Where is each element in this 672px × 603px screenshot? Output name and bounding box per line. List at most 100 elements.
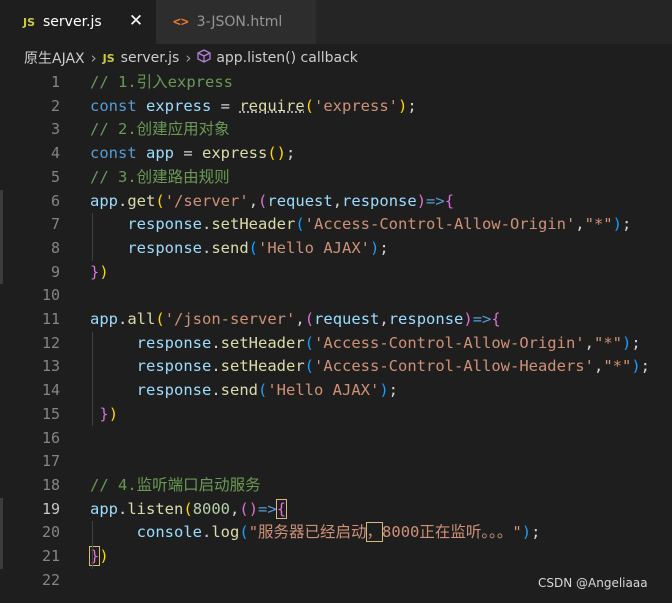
line-number: 4: [50, 144, 60, 163]
code-token: .: [211, 357, 221, 376]
code-token: ): [521, 523, 532, 542]
line-number: 21: [41, 547, 60, 565]
code-token: 'Access-Control-Allow-Headers': [314, 357, 594, 376]
code-token: ;: [286, 144, 296, 163]
line-number: 7: [50, 215, 60, 234]
editor-tab-bar: JS server.js ✕ <> 3-JSON.html: [0, 0, 672, 44]
code-token: .: [211, 333, 221, 352]
code-token: .: [118, 499, 128, 518]
breadcrumb-file[interactable]: server.js: [121, 50, 180, 66]
code-token: ): [108, 404, 119, 423]
breadcrumb-symbol[interactable]: app.listen() callback: [216, 50, 358, 66]
code-token: // 4.监听端口启动服务: [90, 475, 261, 494]
code-token: setHeader: [211, 215, 296, 234]
code-token: ): [369, 238, 380, 257]
code-token: ,: [584, 333, 594, 352]
code-line[interactable]: response.setHeader('Access-Control-Allow…: [90, 355, 650, 379]
code-token: (: [258, 381, 268, 400]
line-number: 11: [41, 310, 60, 328]
code-token: console: [136, 523, 202, 542]
code-line[interactable]: response.send('Hello AJAX');: [90, 379, 398, 403]
code-token: "*": [593, 333, 622, 352]
js-file-icon: JS: [23, 15, 36, 29]
code-line[interactable]: }): [90, 403, 118, 427]
line-number: 13: [41, 357, 60, 376]
code-token: .: [201, 215, 212, 234]
line-number: 22: [41, 570, 60, 589]
line-number: 15: [41, 404, 60, 423]
code-line[interactable]: // 4.监听端口启动服务: [90, 474, 261, 498]
code-token: ;: [631, 333, 641, 352]
code-token: 'Hello AJAX': [267, 381, 380, 400]
tab-3-json-html[interactable]: <> 3-JSON.html: [156, 0, 316, 44]
code-token: ;: [407, 96, 417, 115]
code-line[interactable]: app.get('/server',(request,response)=>{: [90, 190, 454, 214]
breadcrumb-folder[interactable]: 原生AJAX: [24, 48, 85, 68]
code-token: response: [342, 191, 417, 210]
code-token: response: [127, 238, 202, 257]
code-token: app: [90, 499, 118, 518]
code-line[interactable]: response.send('Hello AJAX');: [90, 237, 389, 261]
code-token: // 1.引入express: [90, 73, 233, 91]
code-line[interactable]: // 2.创建应用对象: [90, 118, 230, 142]
code-token: // 3.创建路由规则: [90, 167, 230, 186]
code-token: ,: [248, 191, 259, 210]
code-token: 8000正在监听。。。": [382, 523, 522, 542]
code-token: ,: [575, 215, 585, 234]
chevron-right-icon: ›: [185, 49, 192, 67]
code-token: ;: [531, 523, 541, 542]
line-number: 2: [50, 96, 60, 115]
code-line[interactable]: response.setHeader('Access-Control-Allow…: [90, 332, 641, 356]
code-line[interactable]: }): [90, 261, 109, 285]
tab-server-js[interactable]: JS server.js ✕: [0, 0, 156, 44]
code-token: const: [90, 96, 146, 115]
code-line[interactable]: // 3.创建路由规则: [90, 166, 230, 190]
code-token: (: [239, 499, 249, 518]
code-token: ): [463, 310, 473, 328]
gutter-fold-marker: [0, 497, 3, 569]
code-token: "*": [584, 215, 613, 234]
code-token: {: [275, 498, 288, 519]
code-line[interactable]: app.listen(8000,()=>{: [90, 498, 288, 522]
code-token: app: [146, 144, 174, 163]
code-token: ): [248, 499, 259, 518]
code-token: (): [267, 144, 286, 163]
code-line[interactable]: app.all('/json-server',(request,response…: [90, 308, 501, 332]
code-token: ;: [388, 381, 399, 400]
code-token: .: [201, 238, 212, 257]
code-token: (: [183, 499, 193, 518]
code-token: (: [155, 191, 165, 210]
line-number: 18: [41, 475, 60, 494]
code-line[interactable]: console.log("服务器已经启动，8000正在监听。。。");: [90, 521, 540, 545]
code-token: ,: [379, 310, 389, 328]
code-token: ,: [295, 310, 305, 328]
code-token: =>: [258, 499, 277, 518]
code-token: (: [248, 238, 258, 257]
code-line[interactable]: // 1.引入express: [90, 71, 233, 95]
code-token: (: [258, 191, 268, 210]
code-token: (: [155, 310, 165, 328]
js-file-icon: JS: [102, 51, 115, 65]
watermark: CSDN @Angeliaaa: [538, 576, 648, 590]
code-token: request: [314, 310, 380, 328]
breadcrumb: 原生AJAX › JS server.js › app.listen() cal…: [0, 44, 672, 72]
code-token: =>: [472, 310, 492, 328]
line-number: 5: [50, 167, 60, 186]
code-line[interactable]: const express = require('express');: [90, 95, 417, 119]
code-token: response: [136, 357, 212, 376]
code-line[interactable]: response.setHeader('Access-Control-Allow…: [90, 213, 631, 237]
code-token: ;: [379, 238, 389, 257]
code-token: (: [304, 357, 315, 376]
gutter-fold-marker: [0, 189, 3, 285]
line-number: 19: [41, 499, 60, 518]
code-token: response: [127, 215, 202, 234]
line-number: 20: [41, 523, 60, 542]
code-token: '/server': [164, 191, 249, 210]
close-icon[interactable]: ✕: [127, 10, 145, 32]
code-token: send: [220, 381, 258, 400]
code-line[interactable]: const app = express();: [90, 142, 295, 166]
